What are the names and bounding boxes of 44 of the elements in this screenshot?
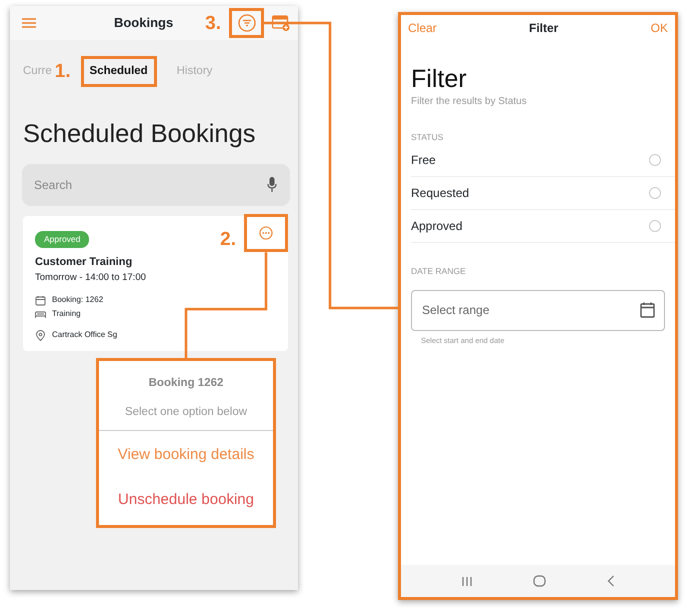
location-pin-icon bbox=[35, 330, 46, 340]
booking-detail: Training bbox=[52, 308, 81, 320]
calendar-add-icon[interactable] bbox=[272, 15, 290, 31]
page-heading: Scheduled Bookings bbox=[23, 119, 257, 150]
callout-number: 2. bbox=[220, 230, 236, 249]
section-label: STATUS bbox=[411, 131, 444, 144]
status-badge: Approved bbox=[35, 230, 90, 248]
radio-button[interactable] bbox=[649, 220, 661, 232]
radio-button[interactable] bbox=[649, 186, 661, 199]
booking-detail: Cartrack Office Sg bbox=[52, 329, 118, 341]
microphone-icon bbox=[267, 177, 277, 192]
status-option: Requested bbox=[411, 184, 470, 202]
calendar-icon bbox=[35, 294, 46, 306]
screen-title: Bookings bbox=[112, 14, 174, 32]
calendar-icon bbox=[640, 302, 655, 318]
tab[interactable]: History bbox=[176, 62, 212, 80]
section-label: DATE RANGE bbox=[411, 264, 467, 278]
more-options-icon[interactable] bbox=[259, 226, 273, 240]
screen-title: Filter bbox=[529, 20, 558, 37]
radio-button[interactable] bbox=[649, 154, 661, 166]
bed-icon bbox=[35, 308, 46, 320]
clear-button[interactable]: Clear bbox=[407, 18, 438, 38]
date-range-field[interactable]: Select range bbox=[411, 290, 665, 330]
menu-icon[interactable] bbox=[22, 18, 36, 28]
recent-apps-icon[interactable] bbox=[461, 576, 474, 586]
ok-button[interactable]: OK bbox=[650, 18, 669, 38]
booking-time: Tomorrow - 14:00 to 17:00 bbox=[35, 270, 147, 285]
option-button[interactable]: Unschedule booking bbox=[99, 488, 273, 511]
status-option: Approved bbox=[411, 216, 462, 235]
sheet-subtitle: Select one option below bbox=[99, 404, 273, 430]
tab[interactable]: Scheduled bbox=[90, 62, 148, 80]
callout-number: 3. bbox=[205, 14, 221, 32]
back-icon[interactable] bbox=[606, 575, 615, 587]
page-subtitle: Filter the results by Status bbox=[411, 95, 528, 109]
status-option: Free bbox=[411, 150, 436, 169]
option-button[interactable]: View booking details bbox=[99, 444, 273, 466]
search-field[interactable]: Search bbox=[22, 164, 290, 206]
sheet-title: Booking 1262 bbox=[148, 376, 224, 391]
filter-icon[interactable] bbox=[238, 14, 256, 32]
page-heading: Filter bbox=[411, 64, 468, 94]
tab[interactable]: Curre bbox=[23, 62, 52, 80]
home-icon[interactable] bbox=[533, 575, 546, 587]
booking-detail: Booking: 1262 bbox=[52, 294, 104, 306]
booking-title: Customer Training bbox=[35, 255, 134, 270]
